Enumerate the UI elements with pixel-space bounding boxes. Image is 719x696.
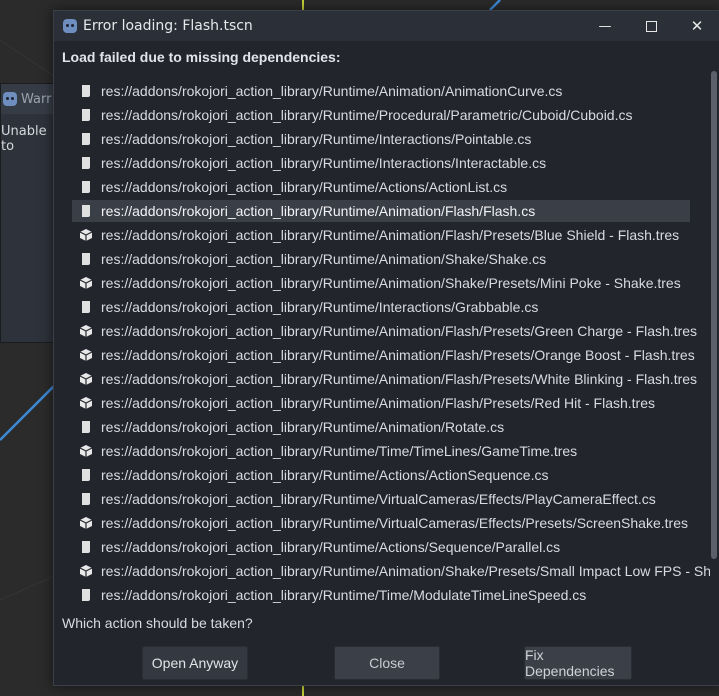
- fix-dependencies-button[interactable]: Fix Dependencies: [524, 646, 632, 680]
- dependency-row[interactable]: res://addons/rokojori_action_library/Run…: [72, 248, 690, 270]
- dependency-row[interactable]: res://addons/rokojori_action_library/Run…: [72, 152, 690, 174]
- dependency-row[interactable]: res://addons/rokojori_action_library/Run…: [72, 224, 690, 246]
- dependency-path: res://addons/rokojori_action_library/Run…: [101, 83, 563, 99]
- dependency-path: res://addons/rokojori_action_library/Run…: [101, 227, 680, 243]
- script-icon: [79, 468, 93, 482]
- script-icon: [79, 588, 93, 602]
- godot-logo-icon: [3, 92, 17, 106]
- godot-logo-icon: [63, 19, 77, 33]
- dependency-path: res://addons/rokojori_action_library/Run…: [101, 347, 695, 363]
- resource-icon: [79, 516, 93, 530]
- dependency-row[interactable]: res://addons/rokojori_action_library/Run…: [72, 272, 690, 294]
- dependency-row[interactable]: res://addons/rokojori_action_library/Run…: [72, 584, 690, 606]
- script-icon: [79, 252, 93, 266]
- resource-icon: [79, 564, 93, 578]
- dependency-list[interactable]: res://addons/rokojori_action_library/Run…: [72, 80, 710, 606]
- dependency-path: res://addons/rokojori_action_library/Run…: [101, 251, 547, 267]
- dependency-row[interactable]: res://addons/rokojori_action_library/Run…: [72, 296, 690, 318]
- open-anyway-button[interactable]: Open Anyway: [142, 646, 248, 680]
- dependency-path: res://addons/rokojori_action_library/Run…: [101, 491, 656, 507]
- dependency-row[interactable]: res://addons/rokojori_action_library/Run…: [72, 560, 710, 582]
- dependency-row[interactable]: res://addons/rokojori_action_library/Run…: [72, 488, 690, 510]
- resource-icon: [79, 324, 93, 338]
- dependency-row[interactable]: res://addons/rokojori_action_library/Run…: [72, 512, 690, 534]
- close-button[interactable]: Close: [334, 646, 440, 680]
- dependency-row[interactable]: res://addons/rokojori_action_library/Run…: [72, 104, 690, 126]
- dependency-path: res://addons/rokojori_action_library/Run…: [101, 515, 688, 531]
- dependency-row[interactable]: res://addons/rokojori_action_library/Run…: [72, 464, 690, 486]
- dialog-title: Error loading: Flash.tscn: [83, 18, 253, 34]
- dependency-row[interactable]: res://addons/rokojori_action_library/Run…: [72, 392, 690, 414]
- dependency-list-scrollbar[interactable]: [711, 71, 717, 559]
- dependency-row[interactable]: res://addons/rokojori_action_library/Run…: [72, 536, 690, 558]
- resource-icon: [79, 348, 93, 362]
- dependency-row[interactable]: res://addons/rokojori_action_library/Run…: [72, 320, 697, 342]
- dependency-path: res://addons/rokojori_action_library/Run…: [101, 107, 633, 123]
- script-icon: [79, 108, 93, 122]
- dependency-row[interactable]: res://addons/rokojori_action_library/Run…: [72, 200, 690, 222]
- dependency-path: res://addons/rokojori_action_library/Run…: [101, 563, 710, 579]
- dependency-path: res://addons/rokojori_action_library/Run…: [101, 539, 561, 555]
- dependency-path: res://addons/rokojori_action_library/Run…: [101, 299, 539, 315]
- resource-icon: [79, 228, 93, 242]
- error-loading-dialog: Error loading: Flash.tscn — ✕ Load faile…: [53, 10, 719, 686]
- dialog-heading: Load failed due to missing dependencies:: [62, 49, 341, 65]
- script-icon: [79, 540, 93, 554]
- background-window-text: Unable to: [1, 124, 47, 154]
- resource-icon: [79, 372, 93, 386]
- dependency-path: res://addons/rokojori_action_library/Run…: [101, 371, 698, 387]
- dependency-row[interactable]: res://addons/rokojori_action_library/Run…: [72, 80, 690, 102]
- script-icon: [79, 156, 93, 170]
- dependency-path: res://addons/rokojori_action_library/Run…: [101, 419, 505, 435]
- dependency-path: res://addons/rokojori_action_library/Run…: [101, 203, 536, 219]
- resource-icon: [79, 444, 93, 458]
- dependency-path: res://addons/rokojori_action_library/Run…: [101, 155, 547, 171]
- close-window-button[interactable]: ✕: [674, 11, 719, 41]
- dependency-row[interactable]: res://addons/rokojori_action_library/Run…: [72, 416, 690, 438]
- script-icon: [79, 84, 93, 98]
- action-question: Which action should be taken?: [62, 615, 253, 631]
- dependency-path: res://addons/rokojori_action_library/Run…: [101, 467, 549, 483]
- dependency-path: res://addons/rokojori_action_library/Run…: [101, 131, 532, 147]
- dependency-path: res://addons/rokojori_action_library/Run…: [101, 395, 656, 411]
- minimize-button[interactable]: —: [582, 11, 628, 41]
- dependency-path: res://addons/rokojori_action_library/Run…: [101, 275, 681, 291]
- scrollbar-thumb[interactable]: [711, 71, 717, 559]
- dialog-titlebar[interactable]: Error loading: Flash.tscn — ✕: [54, 11, 719, 41]
- dependency-row[interactable]: res://addons/rokojori_action_library/Run…: [72, 344, 695, 366]
- maximize-icon: [645, 20, 657, 32]
- script-icon: [79, 300, 93, 314]
- dependency-row[interactable]: res://addons/rokojori_action_library/Run…: [72, 440, 690, 462]
- dependency-row[interactable]: res://addons/rokojori_action_library/Run…: [72, 176, 690, 198]
- resource-icon: [79, 396, 93, 410]
- background-window-titlebar: Warr: [1, 84, 61, 114]
- dependency-path: res://addons/rokojori_action_library/Run…: [101, 587, 587, 603]
- script-icon: [79, 132, 93, 146]
- maximize-button[interactable]: [628, 11, 674, 41]
- dependency-path: res://addons/rokojori_action_library/Run…: [101, 323, 698, 339]
- script-icon: [79, 180, 93, 194]
- dependency-path: res://addons/rokojori_action_library/Run…: [101, 443, 578, 459]
- script-icon: [79, 420, 93, 434]
- dependency-row[interactable]: res://addons/rokojori_action_library/Run…: [72, 368, 697, 390]
- dependency-path: res://addons/rokojori_action_library/Run…: [101, 179, 508, 195]
- script-icon: [79, 492, 93, 506]
- script-icon: [79, 204, 93, 218]
- resource-icon: [79, 276, 93, 290]
- background-window-title: Warr: [21, 91, 52, 107]
- dependency-row[interactable]: res://addons/rokojori_action_library/Run…: [72, 128, 690, 150]
